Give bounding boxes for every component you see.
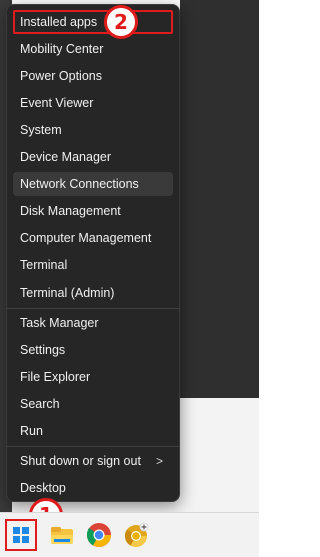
menu-item-shut-down-or-sign-out[interactable]: Shut down or sign out > (13, 449, 173, 473)
menu-item-label: Run (20, 424, 43, 438)
menu-item-label: Device Manager (20, 150, 112, 164)
menu-item-label: Search (20, 397, 60, 411)
callout-number: 2 (114, 10, 128, 34)
menu-item-power-options[interactable]: Power Options (13, 64, 173, 88)
menu-item-label: Event Viewer (20, 96, 94, 110)
winx-context-menu: Installed apps Mobility Center Power Opt… (6, 4, 180, 502)
start-button[interactable] (5, 519, 37, 551)
chevron-right-icon: > (155, 454, 163, 468)
menu-item-desktop[interactable]: Desktop (13, 476, 173, 500)
menu-item-network-connections[interactable]: Network Connections (13, 172, 173, 196)
menu-item-disk-management[interactable]: Disk Management (13, 199, 173, 223)
start-icon (13, 527, 29, 543)
menu-item-system[interactable]: System (13, 118, 173, 142)
menu-item-label: Installed apps (20, 15, 98, 29)
menu-separator (7, 446, 179, 447)
menu-item-settings[interactable]: Settings (13, 338, 173, 362)
menu-item-label: Disk Management (20, 204, 121, 218)
menu-item-label: System (20, 123, 62, 137)
menu-item-terminal-admin[interactable]: Terminal (Admin) (13, 281, 173, 305)
chrome-canary-icon[interactable] (122, 521, 150, 549)
menu-item-terminal[interactable]: Terminal (13, 253, 173, 277)
menu-item-file-explorer[interactable]: File Explorer (13, 365, 173, 389)
background-dark-area (180, 0, 259, 400)
file-explorer-icon[interactable] (48, 521, 76, 549)
menu-item-mobility-center-row[interactable]: Mobility Center (13, 37, 173, 61)
callout-badge-2: 2 (104, 5, 138, 39)
menu-item-label: Terminal (20, 258, 68, 272)
taskbar (0, 512, 259, 557)
menu-item-label: Task Manager (20, 316, 99, 330)
menu-item-run[interactable]: Run (13, 419, 173, 443)
menu-item-installed-apps[interactable]: Installed apps (13, 10, 173, 34)
menu-item-label: Terminal (Admin) (20, 286, 115, 300)
menu-item-label: Settings (20, 343, 66, 357)
menu-item-computer-management[interactable]: Computer Management (13, 226, 173, 250)
menu-item-label: Mobility Center (20, 42, 104, 56)
menu-item-event-viewer[interactable]: Event Viewer (13, 91, 173, 115)
menu-item-search[interactable]: Search (13, 392, 173, 416)
menu-item-label: Network Connections (20, 177, 139, 191)
chrome-icon[interactable] (85, 521, 113, 549)
menu-item-device-manager[interactable]: Device Manager (13, 145, 173, 169)
menu-item-label: Desktop (20, 481, 66, 495)
menu-item-label: File Explorer (20, 370, 91, 384)
menu-item-label: Shut down or sign out (20, 454, 141, 468)
menu-separator (7, 308, 179, 309)
menu-item-task-manager[interactable]: Task Manager (13, 311, 173, 335)
menu-item-label: Computer Management (20, 231, 152, 245)
menu-item-label: Power Options (20, 69, 102, 83)
